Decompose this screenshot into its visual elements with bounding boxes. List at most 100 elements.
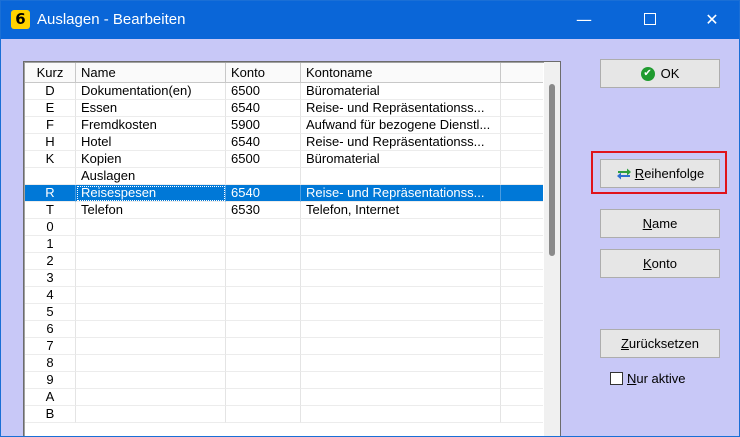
table-row[interactable]: 6 [25,321,543,338]
cell-empty[interactable] [501,100,543,117]
cell-kontoname[interactable] [301,338,501,355]
cell-kontoname[interactable]: Büromaterial [301,151,501,168]
ok-button[interactable]: ✔ OK [600,59,720,88]
cell-empty[interactable] [501,304,543,321]
cell-empty[interactable] [501,287,543,304]
table-row[interactable]: 4 [25,287,543,304]
cell-kurz[interactable]: 8 [25,355,76,372]
table-row[interactable]: K Kopien 6500 Büromaterial [25,151,543,168]
table-row[interactable]: 8 [25,355,543,372]
column-header-kontoname[interactable]: Kontoname [301,63,501,82]
cell-empty[interactable] [501,151,543,168]
cell-kurz[interactable]: 9 [25,372,76,389]
table-row[interactable]: R Reisespesen 6540 Reise- und Repräsentatio… [25,185,543,202]
cell-name[interactable] [76,287,226,304]
cell-name[interactable] [76,253,226,270]
column-header-konto[interactable]: Konto [226,63,301,82]
cell-konto[interactable] [226,406,301,423]
cell-name[interactable] [76,219,226,236]
cell-kontoname[interactable] [301,287,501,304]
cell-empty[interactable] [501,219,543,236]
table-row[interactable]: Auslagen [25,168,543,185]
cell-kurz[interactable]: 6 [25,321,76,338]
table-row[interactable]: 1 [25,236,543,253]
table-row[interactable]: 9 [25,372,543,389]
cell-name[interactable]: Auslagen [76,168,226,185]
cell-empty[interactable] [501,185,543,202]
cell-kurz[interactable]: 0 [25,219,76,236]
cell-name[interactable] [76,406,226,423]
table-row[interactable]: 5 [25,304,543,321]
column-header-name[interactable]: Name [76,63,226,82]
cell-konto[interactable]: 6540 [226,185,301,202]
table-row[interactable]: T Telefon 6530 Telefon, Internet [25,202,543,219]
table-row[interactable]: 7 [25,338,543,355]
cell-name[interactable] [76,355,226,372]
cell-name[interactable]: Hotel [76,134,226,151]
cell-kurz[interactable]: 1 [25,236,76,253]
cell-name[interactable] [76,236,226,253]
cell-empty[interactable] [501,236,543,253]
title-bar[interactable]: 6 Auslagen - Bearbeiten — ✕ [1,1,739,39]
cell-kurz[interactable]: 4 [25,287,76,304]
cell-empty[interactable] [501,202,543,219]
konto-button[interactable]: Konto [600,249,720,278]
checkbox-box[interactable] [610,372,623,386]
cell-kontoname[interactable]: Aufwand für bezogene Dienstl... [301,117,501,134]
cell-kontoname[interactable] [301,219,501,236]
table-row[interactable]: F Fremdkosten 5900 Aufwand für bezogene Die… [25,117,543,134]
cell-name[interactable] [76,270,226,287]
cell-kontoname[interactable]: Büromaterial [301,83,501,100]
cell-name[interactable] [76,372,226,389]
cell-konto[interactable] [226,321,301,338]
cell-konto[interactable] [226,355,301,372]
cell-konto[interactable] [226,389,301,406]
cell-empty[interactable] [501,253,543,270]
cell-empty[interactable] [501,389,543,406]
cell-kontoname[interactable]: Telefon, Internet [301,202,501,219]
cell-kurz[interactable]: E [25,100,76,117]
cell-kurz[interactable]: 3 [25,270,76,287]
cell-name[interactable]: Essen [76,100,226,117]
close-button[interactable]: ✕ [689,1,735,39]
cell-kurz[interactable]: 7 [25,338,76,355]
maximize-button[interactable] [627,1,673,39]
cell-kurz[interactable]: H [25,134,76,151]
cell-kontoname[interactable] [301,253,501,270]
cell-kontoname[interactable] [301,236,501,253]
cell-konto[interactable] [226,236,301,253]
auslagen-grid[interactable]: Kurz Name Konto Kontoname D Dokumentation… [23,61,561,436]
cell-name[interactable] [76,321,226,338]
cell-konto[interactable]: 5900 [226,117,301,134]
name-button[interactable]: Name [600,209,720,238]
table-row[interactable]: 3 [25,270,543,287]
cell-kurz[interactable]: B [25,406,76,423]
cell-name[interactable] [76,389,226,406]
cell-empty[interactable] [501,134,543,151]
cell-empty[interactable] [501,83,543,100]
cell-kurz[interactable]: D [25,83,76,100]
cell-kontoname[interactable] [301,321,501,338]
vertical-scrollbar[interactable] [544,62,560,436]
cell-name[interactable]: Fremdkosten [76,117,226,134]
cell-kontoname[interactable] [301,270,501,287]
zuruecksetzen-button[interactable]: Zurücksetzen [600,329,720,358]
cell-empty[interactable] [501,168,543,185]
cell-name[interactable] [76,338,226,355]
cell-kurz[interactable] [25,168,76,185]
cell-kontoname[interactable] [301,304,501,321]
cell-konto[interactable] [226,253,301,270]
minimize-button[interactable]: — [561,1,607,39]
cell-name[interactable]: Kopien [76,151,226,168]
cell-konto[interactable]: 6540 [226,134,301,151]
cell-konto[interactable] [226,287,301,304]
column-header-kurz[interactable]: Kurz [25,63,76,82]
cell-kontoname[interactable] [301,168,501,185]
table-row[interactable]: B [25,406,543,423]
cell-kurz[interactable]: F [25,117,76,134]
cell-kontoname[interactable]: Reise- und Repräsentationss... [301,185,501,202]
cell-empty[interactable] [501,117,543,134]
cell-empty[interactable] [501,338,543,355]
cell-konto[interactable]: 6500 [226,151,301,168]
cell-kurz[interactable]: 5 [25,304,76,321]
